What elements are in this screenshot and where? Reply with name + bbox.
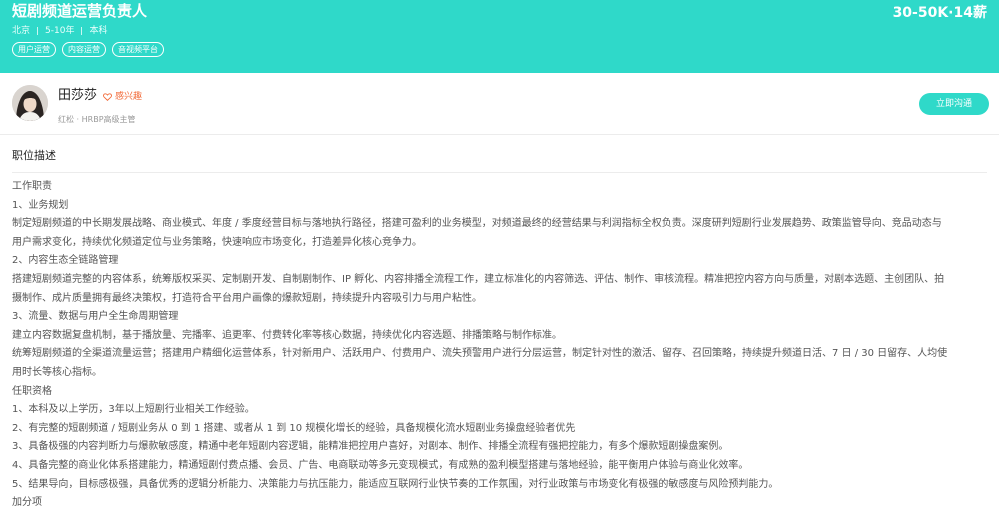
description-line: 5、结果导向，目标感极强，具备优秀的逻辑分析能力、决策能力与抗压能力，能适应互联… bbox=[12, 478, 779, 490]
job-description: 职位描述 工作职责 1、业务规划制定短剧频道的中长期发展战略、商业模式、年度 / … bbox=[12, 146, 987, 513]
description-line: 任职资格 bbox=[12, 385, 52, 397]
description-line: 3、流量、数据与用户全生命周期管理 bbox=[12, 311, 179, 323]
recruiter-name: 田莎莎 bbox=[58, 88, 98, 103]
chat-button[interactable]: 立即沟通 bbox=[919, 93, 989, 115]
description-line: 用时长等核心指标。 bbox=[12, 366, 102, 378]
description-line: 搭建短剧频道完整的内容体系，统筹版权采买、定制剧开发、自制剧制作、IP 孵化、内… bbox=[12, 273, 945, 285]
meta-divider bbox=[37, 27, 39, 35]
description-body: 工作职责 1、业务规划制定短剧频道的中长期发展战略、商业模式、年度 / 季度经营目… bbox=[12, 178, 987, 513]
description-line: 建立内容数据复盘机制，基于播放量、完播率、追更率、付费转化率等核心数据，持续优化… bbox=[12, 329, 562, 341]
recruiter-info: 红松 · HRBP高级主管 bbox=[58, 115, 136, 124]
job-tag: 音视频平台 bbox=[112, 42, 164, 57]
job-location: 北京 bbox=[12, 26, 31, 36]
description-line: 用户需求变化，持续优化频道定位与业务策略，快速响应市场变化，打造差异化核心竞争力… bbox=[12, 236, 422, 248]
description-line: 2、内容生态全链路管理 bbox=[12, 255, 119, 267]
job-tag: 用户运营 bbox=[12, 42, 56, 57]
description-line: 工作职责 bbox=[12, 181, 52, 192]
meta-divider bbox=[81, 27, 83, 35]
description-line: 加分项 bbox=[12, 497, 42, 509]
divider bbox=[12, 172, 987, 173]
description-line: 制定短剧频道的中长期发展战略、商业模式、年度 / 季度经营目标与落地执行路径，搭… bbox=[12, 218, 942, 230]
job-meta: 北京 5-10年 本科 bbox=[12, 24, 107, 38]
description-line: 3、具备极强的内容判断力与爆款敏感度，精通中老年短剧内容逻辑，能精准把控用户喜好… bbox=[12, 441, 729, 453]
description-line: 2、有完整的短剧频道 / 短剧业务从 0 到 1 搭建、或者从 1 到 10 规… bbox=[12, 422, 576, 434]
avatar-image bbox=[12, 85, 48, 121]
job-experience: 5-10年 bbox=[45, 26, 75, 36]
recruiter-card: 田莎莎 感兴趣 红松 · HRBP高级主管 立即沟通 bbox=[0, 73, 999, 135]
job-education: 本科 bbox=[89, 26, 108, 36]
interest-button[interactable]: 感兴趣 bbox=[103, 90, 142, 104]
job-tag: 内容运营 bbox=[62, 42, 106, 57]
job-title: 短剧频道运营负责人 bbox=[12, 2, 148, 20]
interest-label: 感兴趣 bbox=[115, 92, 143, 102]
avatar[interactable] bbox=[12, 85, 48, 121]
job-salary: 30-50K·14薪 bbox=[892, 5, 987, 21]
description-line: 统筹短剧频道的全渠道流量运营；搭建用户精细化运营体系，针对新用户、活跃用户、付费… bbox=[12, 348, 948, 360]
section-title: 职位描述 bbox=[12, 149, 56, 162]
heart-icon bbox=[103, 93, 112, 101]
job-header: 短剧频道运营负责人 30-50K·14薪 北京 5-10年 本科 用户运营 内容… bbox=[0, 0, 999, 73]
description-line: 1、本科及以上学历，3年以上短剧行业相关工作经验。 bbox=[12, 404, 255, 416]
description-line: 1、业务规划 bbox=[12, 199, 69, 211]
description-line: 4、具备完整的商业化体系搭建能力，精通短剧付费点播、会员、广告、电商联动等多元变… bbox=[12, 459, 749, 471]
job-tags: 用户运营 内容运营 音视频平台 bbox=[12, 42, 164, 57]
description-line: 摄制作、成片质量拥有最终决策权，打造符合平台用户画像的爆款短剧，持续提升内容吸引… bbox=[12, 292, 482, 304]
